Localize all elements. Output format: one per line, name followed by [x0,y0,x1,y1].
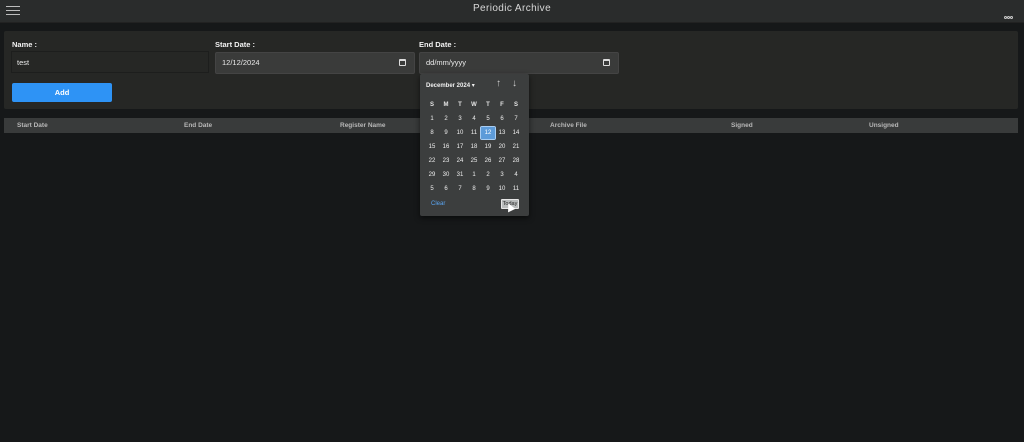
calendar-day[interactable]: 1 [467,169,481,181]
calendar-day[interactable]: 16 [439,141,453,153]
calendar-day[interactable]: 29 [425,169,439,181]
week-row: 22 23 24 25 26 27 28 [425,154,525,168]
weekday-label: M [443,102,449,108]
calendar-day[interactable]: 11 [509,183,523,195]
end-date-placeholder: dd/mm/yyyy [426,58,467,67]
weekday-row: S M T W T F S [425,98,525,112]
name-input[interactable] [11,51,209,73]
add-button[interactable]: Add [12,83,112,102]
calendar-day[interactable]: 13 [495,127,509,139]
calendar-day[interactable]: 7 [453,183,467,195]
calendar-day[interactable]: 14 [509,127,523,139]
weekday-label: S [429,102,434,108]
column-header-start-date[interactable]: Start Date [17,122,48,129]
end-date-input[interactable]: dd/mm/yyyy [419,52,619,74]
calendar-day[interactable]: 30 [439,169,453,181]
calendar-day[interactable]: 26 [481,155,495,167]
calendar-day[interactable]: 27 [495,155,509,167]
month-year-dropdown[interactable]: December 2024 ▾ [426,82,475,89]
calendar-day[interactable]: 17 [453,141,467,153]
calendar-day[interactable]: 15 [425,141,439,153]
calendar-day[interactable]: 7 [509,113,523,125]
weekday-label: S [513,102,518,108]
calendar-day[interactable]: 9 [439,127,453,139]
calendar-day[interactable]: 21 [509,141,523,153]
calendar-day[interactable]: 10 [495,183,509,195]
column-header-archive-file[interactable]: Archive File [550,122,587,129]
calendar-day[interactable]: 10 [453,127,467,139]
start-date-label: Start Date : [215,40,256,49]
calendar-day[interactable]: 8 [425,127,439,139]
more-options-icon[interactable] [1004,6,1018,19]
calendar-day[interactable]: 20 [495,141,509,153]
calendar-day[interactable]: 4 [467,113,481,125]
week-row: 1234567 [425,112,525,126]
end-date-label: End Date : [419,40,457,49]
calendar-day[interactable]: 5 [425,183,439,195]
week-row: 5 6 7 8 9 10 11 [425,182,525,196]
calendar-day[interactable]: 4 [509,169,523,181]
calendar-day[interactable]: 6 [495,113,509,125]
week-row: 8 9 10 11 12 13 14 [425,126,525,140]
clear-button[interactable]: Clear [431,201,445,207]
name-label: Name : [12,40,38,49]
calendar-day[interactable]: 1 [425,113,439,125]
calendar-day[interactable]: 3 [453,113,467,125]
column-header-end-date[interactable]: End Date [184,122,212,129]
week-row: 29 30 31 1 2 3 4 [425,168,525,182]
weekday-label: T [486,102,490,108]
column-header-register-name[interactable]: Register Name [340,122,386,129]
calendar-day[interactable]: 6 [439,183,453,195]
title-bar: Periodic Archive [0,0,1024,23]
calendar-day[interactable]: 5 [481,113,495,125]
weekday-label: T [458,102,462,108]
calendar-day[interactable]: 28 [509,155,523,167]
calendar-day[interactable]: 24 [453,155,467,167]
calendar-icon[interactable] [603,59,610,66]
app-title: Periodic Archive [472,3,552,14]
calendar-day[interactable]: 9 [481,183,495,195]
column-header-unsigned[interactable]: Unsigned [869,122,899,129]
weekday-label: F [500,102,504,108]
calendar-day[interactable]: 2 [439,113,453,125]
calendar-day[interactable]: 31 [453,169,467,181]
week-row: 15 16 17 18 19 20 21 [425,140,525,154]
next-month-arrow-icon[interactable]: ↓ [512,78,517,89]
calendar-day[interactable]: 8 [467,183,481,195]
previous-month-arrow-icon[interactable]: ↑ [496,78,501,89]
calendar-day[interactable]: 25 [467,155,481,167]
calendar-day[interactable]: 23 [439,155,453,167]
calendar-icon[interactable] [399,59,406,66]
calendar-day[interactable]: 19 [481,141,495,153]
calendar-day[interactable]: 2 [481,169,495,181]
date-picker-popup: December 2024 ▾ ↑ ↓ S M T W T F S 123456… [420,74,529,216]
calendar-grid: S M T W T F S 1 2 3 4 5 6 7 8 9 10 11 12 13 14 15 16 17 1… [425,98,525,196]
calendar-day[interactable]: 18 [467,141,481,153]
column-header-signed[interactable]: Signed [731,122,753,129]
start-date-value: 12/12/2024 [222,58,260,67]
calendar-day[interactable]: 11 [467,127,481,139]
calendar-day[interactable]: 3 [495,169,509,181]
start-date-input[interactable]: 12/12/2024 [215,52,415,74]
calendar-day[interactable]: 22 [425,155,439,167]
calendar-day-selected[interactable]: 12 [480,126,496,140]
weekday-label: W [471,102,477,108]
